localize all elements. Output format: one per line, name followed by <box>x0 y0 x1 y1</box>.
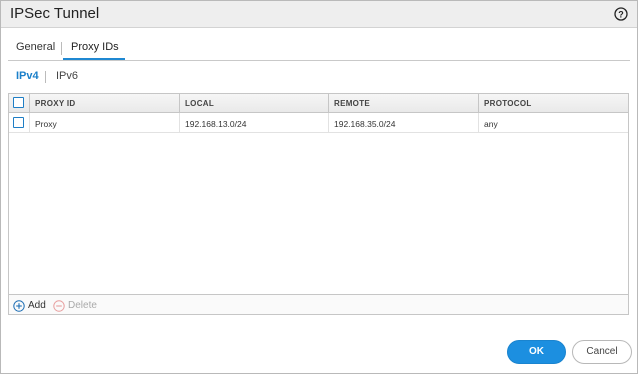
delete-button[interactable]: Delete <box>53 299 97 312</box>
dialog-title: IPSec Tunnel <box>10 5 100 22</box>
ipsec-tunnel-dialog: IPSec Tunnel ? General Proxy IDs IPv4 IP… <box>0 0 638 374</box>
subtab-ipv6[interactable]: IPv6 <box>56 70 78 82</box>
active-tab-indicator <box>63 58 125 60</box>
minus-circle-icon <box>53 299 65 312</box>
column-header-protocol[interactable]: PROTOCOL <box>478 94 628 113</box>
subtab-ipv4[interactable]: IPv4 <box>16 70 39 82</box>
cell-protocol: any <box>478 113 628 133</box>
header-select-cell <box>9 94 29 113</box>
table-header: PROXY ID LOCAL REMOTE PROTOCOL <box>9 94 628 113</box>
select-all-checkbox[interactable] <box>13 97 24 108</box>
dialog-tabs: General Proxy IDs <box>8 39 630 61</box>
table-row[interactable]: Proxy 192.168.13.0/24 192.168.35.0/24 an… <box>9 113 628 133</box>
column-header-proxy-id[interactable]: PROXY ID <box>29 94 179 113</box>
cell-proxy-id[interactable]: Proxy <box>29 113 179 133</box>
question-circle-icon[interactable]: ? <box>614 7 628 21</box>
svg-text:?: ? <box>618 10 624 20</box>
add-button-label: Add <box>28 300 46 311</box>
ok-button[interactable]: OK <box>507 340 566 364</box>
dialog-titlebar: IPSec Tunnel ? <box>1 1 637 28</box>
column-header-remote[interactable]: REMOTE <box>328 94 478 113</box>
tab-general[interactable]: General <box>16 41 55 53</box>
subtab-divider <box>45 71 46 83</box>
row-select-cell <box>9 113 29 133</box>
table-toolbar: Add Delete <box>9 294 628 314</box>
delete-button-label: Delete <box>68 300 97 311</box>
cell-remote: 192.168.35.0/24 <box>328 113 478 133</box>
cancel-button[interactable]: Cancel <box>572 340 632 364</box>
add-button[interactable]: Add <box>13 299 46 312</box>
column-header-local[interactable]: LOCAL <box>179 94 328 113</box>
row-checkbox[interactable] <box>13 117 24 128</box>
tab-proxy-ids[interactable]: Proxy IDs <box>71 41 119 53</box>
proxy-id-table: PROXY ID LOCAL REMOTE PROTOCOL Proxy 192… <box>8 93 629 315</box>
tab-divider <box>61 42 62 55</box>
cell-local: 192.168.13.0/24 <box>179 113 328 133</box>
plus-circle-icon <box>13 299 25 312</box>
